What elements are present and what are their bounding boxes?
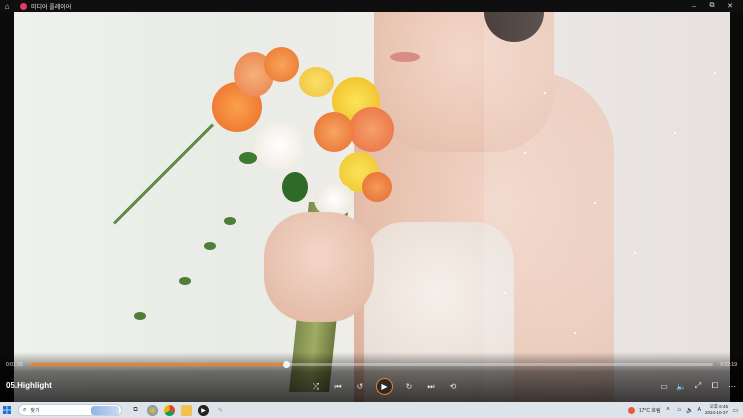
app-logo-icon xyxy=(20,2,27,10)
video-content-leaf xyxy=(134,312,146,320)
video-content-flower xyxy=(349,107,394,152)
play-icon[interactable]: ▶ xyxy=(376,378,393,395)
restore-icon[interactable]: ⧉ xyxy=(703,0,721,12)
weather-icon[interactable] xyxy=(627,406,635,414)
video-content-flower xyxy=(254,122,304,170)
veil-dot xyxy=(714,72,716,74)
cast-icon[interactable]: ⧠ xyxy=(710,380,720,392)
video-content-leaf xyxy=(204,242,216,250)
previous-icon[interactable]: ⏮ xyxy=(332,381,344,393)
chrome-icon[interactable] xyxy=(164,404,175,416)
input-language[interactable]: A xyxy=(698,407,701,413)
home-icon[interactable]: ⌂ xyxy=(0,0,14,12)
rewind-10-icon[interactable]: ↺ xyxy=(354,381,366,393)
media-player-window: ⌂ 미디어 플레이어 – ⧉ ✕ 0:01:33 0:02:19 05.High… xyxy=(0,0,743,402)
fullscreen-icon[interactable]: ⤢ xyxy=(693,380,703,392)
start-button[interactable] xyxy=(0,402,14,418)
chevron-up-icon[interactable]: ˄ xyxy=(665,407,672,414)
video-content-leaf xyxy=(239,152,257,164)
search-label: 찾기 xyxy=(30,407,40,414)
veil-dot xyxy=(574,332,576,334)
current-time: 0:01:33 xyxy=(6,362,23,368)
clock-date: 2024-10-27 xyxy=(704,410,728,415)
video-content-flower xyxy=(314,112,354,152)
minimize-icon[interactable]: – xyxy=(685,0,703,12)
next-icon[interactable]: ⏭ xyxy=(425,381,437,393)
captions-icon[interactable]: ▭ xyxy=(659,380,669,392)
veil-dot xyxy=(524,152,526,154)
transport-controls: ⤮ ⏮ ↺ ▶ ↻ ⏭ ⟲ xyxy=(310,378,459,395)
more-icon[interactable]: ⋯ xyxy=(727,380,737,392)
taskbar: ⌕ 찾기 ⧉ ▶ ✎ 17°C 흐림 ˄ ⌂ 🔈 A 오후 6:45 2024-… xyxy=(0,402,743,418)
pinned-app-icon[interactable]: ✎ xyxy=(215,405,226,416)
pinned-app-icon[interactable] xyxy=(147,404,158,416)
video-frame[interactable] xyxy=(14,12,730,402)
playback-controls: 0:01:33 0:02:19 05.Highlight ⤮ ⏮ ↺ ▶ ↻ ⏭… xyxy=(0,352,743,402)
search-highlight-image xyxy=(91,406,119,415)
seek-bar-progress xyxy=(30,363,287,366)
veil-dot xyxy=(674,132,676,134)
veil-dot xyxy=(544,92,546,94)
total-time: 0:02:19 xyxy=(720,362,737,368)
forward-30-icon[interactable]: ↻ xyxy=(403,381,415,393)
video-content-flower xyxy=(264,47,299,82)
file-explorer-icon[interactable] xyxy=(181,404,192,416)
veil-dot xyxy=(504,292,506,294)
taskbar-pinned-apps: ⧉ ▶ ✎ xyxy=(130,404,226,416)
windows-logo-icon xyxy=(3,406,11,414)
seek-bar-thumb[interactable] xyxy=(283,361,291,368)
window-controls: – ⧉ ✕ xyxy=(685,0,739,12)
shuffle-icon[interactable]: ⤮ xyxy=(310,381,322,393)
secondary-controls: ▭ 🔈 ⤢ ⧠ ⋯ xyxy=(659,380,737,392)
taskbar-search[interactable]: ⌕ 찾기 xyxy=(18,404,122,416)
veil-dot xyxy=(594,202,596,204)
video-content-lips xyxy=(390,52,420,62)
volume-icon[interactable]: 🔈 xyxy=(676,380,686,392)
video-content-flower xyxy=(299,67,334,97)
weather-text[interactable]: 17°C 흐림 xyxy=(639,407,661,414)
video-content-hands xyxy=(264,212,374,322)
clip-title: 05.Highlight xyxy=(6,381,52,390)
veil-dot xyxy=(634,252,636,254)
network-icon[interactable]: ⌂ xyxy=(676,407,683,414)
window-title: 미디어 플레이어 xyxy=(31,4,72,11)
media-player-icon[interactable]: ▶ xyxy=(198,404,209,416)
clock[interactable]: 오후 6:45 2024-10-27 xyxy=(705,404,728,416)
task-view-icon[interactable]: ⧉ xyxy=(130,405,141,416)
video-content-flower xyxy=(362,172,392,202)
search-icon: ⌕ xyxy=(23,406,27,413)
video-content-leaf xyxy=(179,277,191,285)
close-icon[interactable]: ✕ xyxy=(721,0,739,12)
notification-icon[interactable]: ▭ xyxy=(732,407,739,414)
video-content-vine xyxy=(112,123,215,225)
repeat-off-icon[interactable]: ⟲ xyxy=(447,381,459,393)
system-tray: 17°C 흐림 ˄ ⌂ 🔈 A 오후 6:45 2024-10-27 ▭ xyxy=(627,402,739,418)
video-content-veil xyxy=(484,12,730,402)
title-bar: ⌂ 미디어 플레이어 – ⧉ ✕ xyxy=(0,0,743,12)
video-content-leaf xyxy=(282,172,308,202)
seek-bar[interactable] xyxy=(30,361,713,368)
volume-tray-icon[interactable]: 🔈 xyxy=(686,407,693,414)
video-content-leaf xyxy=(224,217,236,225)
